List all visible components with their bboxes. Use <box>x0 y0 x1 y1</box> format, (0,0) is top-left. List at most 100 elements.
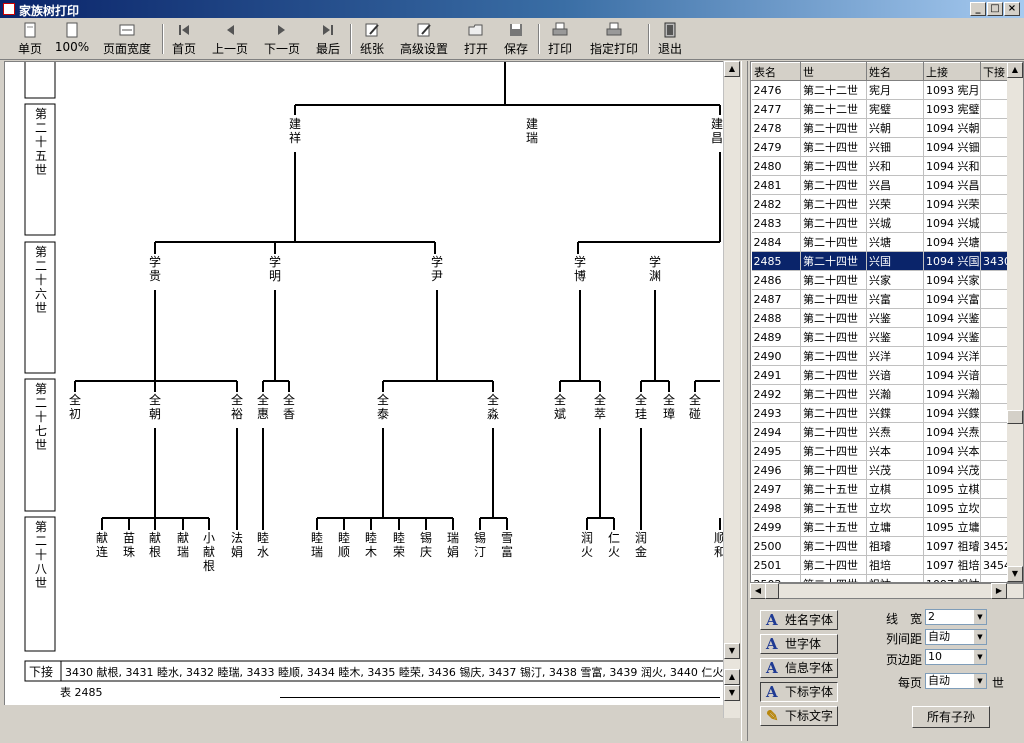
column-header[interactable]: 世 <box>800 62 867 81</box>
table-cell[interactable]: 第二十四世 <box>800 156 867 176</box>
per-page-select[interactable]: 自动 ▼ <box>925 673 987 689</box>
first-page-button[interactable]: 首页 <box>170 22 198 58</box>
table-cell[interactable]: 第二十四世 <box>800 441 867 461</box>
print-to-button[interactable]: 指定打印 <box>588 22 640 58</box>
table-cell[interactable]: 兴国 <box>866 251 924 271</box>
table-cell[interactable]: 2477 <box>751 99 801 119</box>
page-up-icon[interactable]: ▲ <box>724 669 740 685</box>
table-cell[interactable]: 兴洋 <box>866 346 924 366</box>
table-cell[interactable]: 2481 <box>751 175 801 195</box>
table-cell[interactable]: 第二十四世 <box>800 232 867 252</box>
table-row[interactable]: 2500 第二十四世 祖璿 1097 祖璿 3452 <box>751 536 1012 556</box>
column-header[interactable]: 上接 <box>923 62 981 81</box>
table-cell[interactable]: 2494 <box>751 422 801 442</box>
table-cell[interactable]: 1094 兴家 <box>923 270 981 290</box>
advanced-settings-button[interactable]: 高级设置 <box>398 22 450 58</box>
table-cell[interactable]: 1094 兴塘 <box>923 232 981 252</box>
grid-scroll-thumb[interactable] <box>1007 410 1023 424</box>
table-cell[interactable]: 1094 兴城 <box>923 213 981 233</box>
grid-scroll-up-icon[interactable]: ▲ <box>1007 62 1023 78</box>
table-cell[interactable]: 2497 <box>751 479 801 499</box>
table-cell[interactable]: 1094 兴洋 <box>923 346 981 366</box>
prev-page-button[interactable]: 上一页 <box>210 22 250 58</box>
table-cell[interactable]: 第二十四世 <box>800 422 867 442</box>
table-cell[interactable]: 第二十四世 <box>800 346 867 366</box>
print-preview-canvas[interactable]: 第二十五世 第二十六世 第二十七世 第二十八世 下接 3430 献根, 3431 睦水, … <box>4 61 723 705</box>
table-cell[interactable]: 1094 兴富 <box>923 289 981 309</box>
table-row[interactable]: 2495 第二十四世 兴本 1094 兴本 <box>751 441 1012 461</box>
table-cell[interactable]: 1094 兴昌 <box>923 175 981 195</box>
table-cell[interactable]: 第二十四世 <box>800 365 867 385</box>
table-cell[interactable]: 1094 兴鍱 <box>923 403 981 423</box>
table-cell[interactable]: 1095 立墉 <box>923 517 981 537</box>
table-row[interactable]: 2478 第二十四世 兴朝 1094 兴朝 <box>751 118 1012 138</box>
maximize-button[interactable]: □ <box>987 2 1003 16</box>
table-cell[interactable]: 第二十四世 <box>800 574 867 582</box>
table-cell[interactable]: 兴朝 <box>866 118 924 138</box>
table-cell[interactable]: 2489 <box>751 327 801 347</box>
table-cell[interactable]: 兴城 <box>866 213 924 233</box>
table-row[interactable]: 2492 第二十四世 兴瀚 1094 兴瀚 <box>751 384 1012 404</box>
table-cell[interactable]: 兴鉴 <box>866 327 924 347</box>
table-cell[interactable]: 第二十四世 <box>800 308 867 328</box>
table-cell[interactable]: 第二十四世 <box>800 555 867 575</box>
last-page-button[interactable]: 最后 <box>314 22 342 58</box>
print-button[interactable]: 打印 <box>546 22 574 58</box>
table-cell[interactable]: 第二十四世 <box>800 213 867 233</box>
table-cell[interactable]: 2484 <box>751 232 801 252</box>
table-cell[interactable]: 2502 <box>751 574 801 582</box>
table-cell[interactable]: 第二十五世 <box>800 517 867 537</box>
sub-font-button[interactable]: A 下标字体 <box>760 682 838 702</box>
zoom-100-button[interactable]: 100% <box>52 22 92 58</box>
table-cell[interactable]: 2493 <box>751 403 801 423</box>
column-header[interactable]: 表名 <box>751 62 801 81</box>
table-cell[interactable]: 兴鍱 <box>866 403 924 423</box>
column-header[interactable]: 姓名 <box>866 62 924 81</box>
table-cell[interactable]: 兴瀚 <box>866 384 924 404</box>
table-cell[interactable]: 1094 兴谙 <box>923 365 981 385</box>
name-font-button[interactable]: A 姓名字体 <box>760 610 838 630</box>
table-row[interactable]: 2484 第二十四世 兴塘 1094 兴塘 <box>751 232 1012 252</box>
line-width-select[interactable]: 2 ▼ <box>925 609 987 625</box>
table-cell[interactable]: 2492 <box>751 384 801 404</box>
table-cell[interactable]: 1094 兴本 <box>923 441 981 461</box>
sub-text-button[interactable]: ✎ 下标文字 <box>760 706 838 726</box>
table-cell[interactable]: 第二十四世 <box>800 536 867 556</box>
table-cell[interactable]: 兴本 <box>866 441 924 461</box>
table-cell[interactable]: 2498 <box>751 498 801 518</box>
table-cell[interactable]: 2479 <box>751 137 801 157</box>
table-cell[interactable]: 第二十二世 <box>800 99 867 119</box>
table-cell[interactable]: 第二十四世 <box>800 460 867 480</box>
table-row[interactable]: 2487 第二十四世 兴富 1094 兴富 <box>751 289 1012 309</box>
table-row[interactable]: 2497 第二十五世 立棋 1095 立棋 <box>751 479 1012 499</box>
table-cell[interactable]: 兴焘 <box>866 422 924 442</box>
table-cell[interactable]: 祖璿 <box>866 536 924 556</box>
table-cell[interactable]: 1097 祖祜 <box>923 574 981 582</box>
pane-splitter[interactable] <box>741 61 748 741</box>
preview-vertical-scrollbar[interactable]: ▲ ▼ ▲ ▼ <box>723 61 740 718</box>
grid-scroll-down-icon[interactable]: ▼ <box>1007 566 1023 582</box>
table-row[interactable]: 2483 第二十四世 兴城 1094 兴城 <box>751 213 1012 233</box>
table-cell[interactable]: 第二十四世 <box>800 137 867 157</box>
table-row[interactable]: 2499 第二十五世 立墉 1095 立墉 <box>751 517 1012 537</box>
table-cell[interactable]: 1093 宪璧 <box>923 99 981 119</box>
table-cell[interactable]: 2491 <box>751 365 801 385</box>
table-row[interactable]: 2501 第二十四世 祖培 1097 祖培 3454 <box>751 555 1012 575</box>
table-cell[interactable]: 兴塘 <box>866 232 924 252</box>
table-cell[interactable]: 1097 祖培 <box>923 555 981 575</box>
table-cell[interactable]: 第二十四世 <box>800 118 867 138</box>
next-page-button[interactable]: 下一页 <box>262 22 302 58</box>
minimize-button[interactable]: _ <box>970 2 986 16</box>
table-cell[interactable]: 兴谙 <box>866 365 924 385</box>
all-descendants-button[interactable]: 所有子孙 <box>912 706 990 728</box>
table-cell[interactable]: 1093 宪月 <box>923 80 981 100</box>
table-cell[interactable]: 兴和 <box>866 156 924 176</box>
table-cell[interactable]: 兴家 <box>866 270 924 290</box>
gen-font-button[interactable]: A 世字体 <box>760 634 838 654</box>
table-row[interactable]: 2482 第二十四世 兴荣 1094 兴荣 <box>751 194 1012 214</box>
open-button[interactable]: 打开 <box>462 22 490 58</box>
table-cell[interactable]: 兴钿 <box>866 137 924 157</box>
table-cell[interactable]: 第二十四世 <box>800 175 867 195</box>
table-cell[interactable]: 2487 <box>751 289 801 309</box>
table-cell[interactable]: 1094 兴钿 <box>923 137 981 157</box>
